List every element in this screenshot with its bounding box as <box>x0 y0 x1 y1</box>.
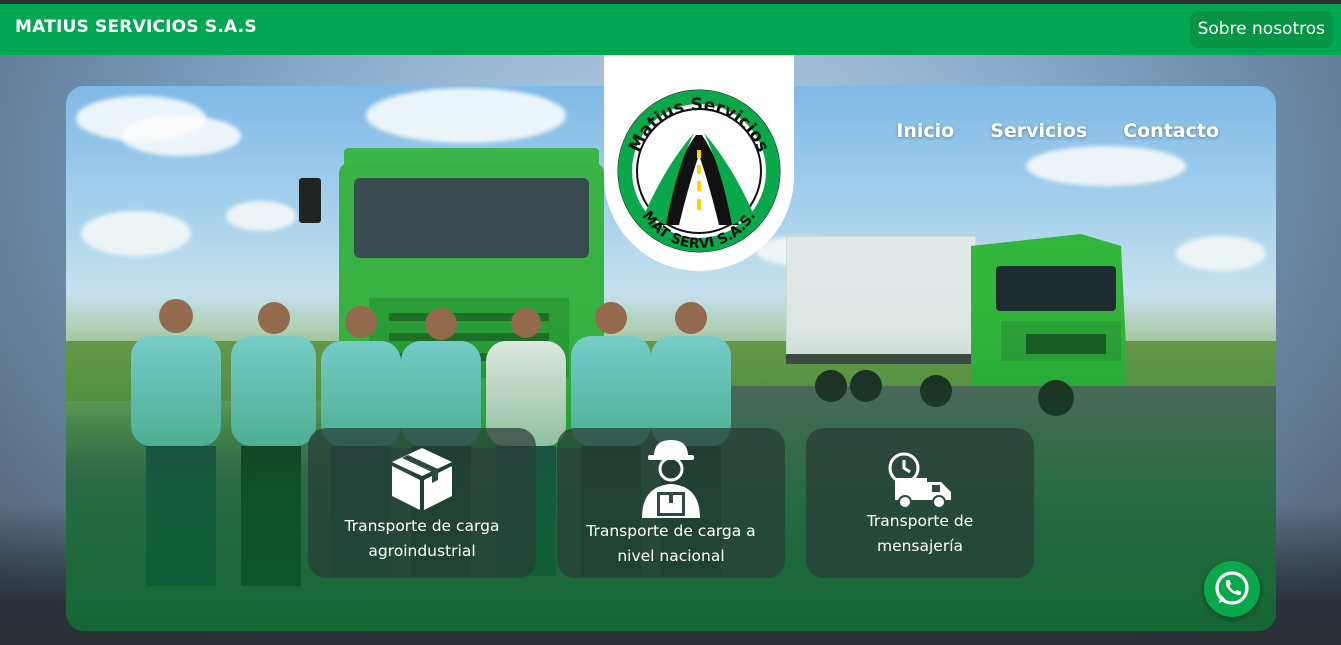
service-card-agroindustrial[interactable]: Transporte de carga agroindustrial <box>308 428 536 578</box>
nav-inicio[interactable]: Inicio <box>896 120 954 142</box>
nav-contacto[interactable]: Contacto <box>1123 120 1219 142</box>
fast-delivery-truck-icon <box>888 452 951 509</box>
service-label-line2: agroindustrial <box>368 542 476 560</box>
service-label-line2: nivel nacional <box>617 547 725 565</box>
service-label-line2: mensajería <box>876 537 964 555</box>
service-card-mensajeria[interactable]: Transporte de mensajería <box>806 428 1034 578</box>
box-icon <box>392 448 452 510</box>
whatsapp-icon <box>1215 571 1249 605</box>
service-label-line1: Transporte de <box>866 512 974 530</box>
service-card-nacional[interactable]: Transporte de carga a nivel nacional <box>557 428 785 578</box>
service-label-line1: Transporte de carga a <box>586 522 756 540</box>
brand-name[interactable]: MATIUS SERVICIOS S.A.S <box>15 17 257 37</box>
top-bar: MATIUS SERVICIOS S.A.S Sobre nosotros <box>0 0 1341 55</box>
main-nav: Inicio Servicios Contacto <box>896 120 1219 142</box>
logo-tab: Matius Servicios MAT SERVI S.A.S. <box>604 55 794 271</box>
nav-servicios[interactable]: Servicios <box>990 120 1087 142</box>
service-label-line1: Transporte de carga <box>344 517 500 535</box>
company-logo[interactable]: Matius Servicios MAT SERVI S.A.S. <box>604 55 794 271</box>
delivery-person-icon <box>642 440 700 518</box>
whatsapp-button[interactable] <box>1204 561 1260 617</box>
about-us-button[interactable]: Sobre nosotros <box>1189 11 1333 48</box>
